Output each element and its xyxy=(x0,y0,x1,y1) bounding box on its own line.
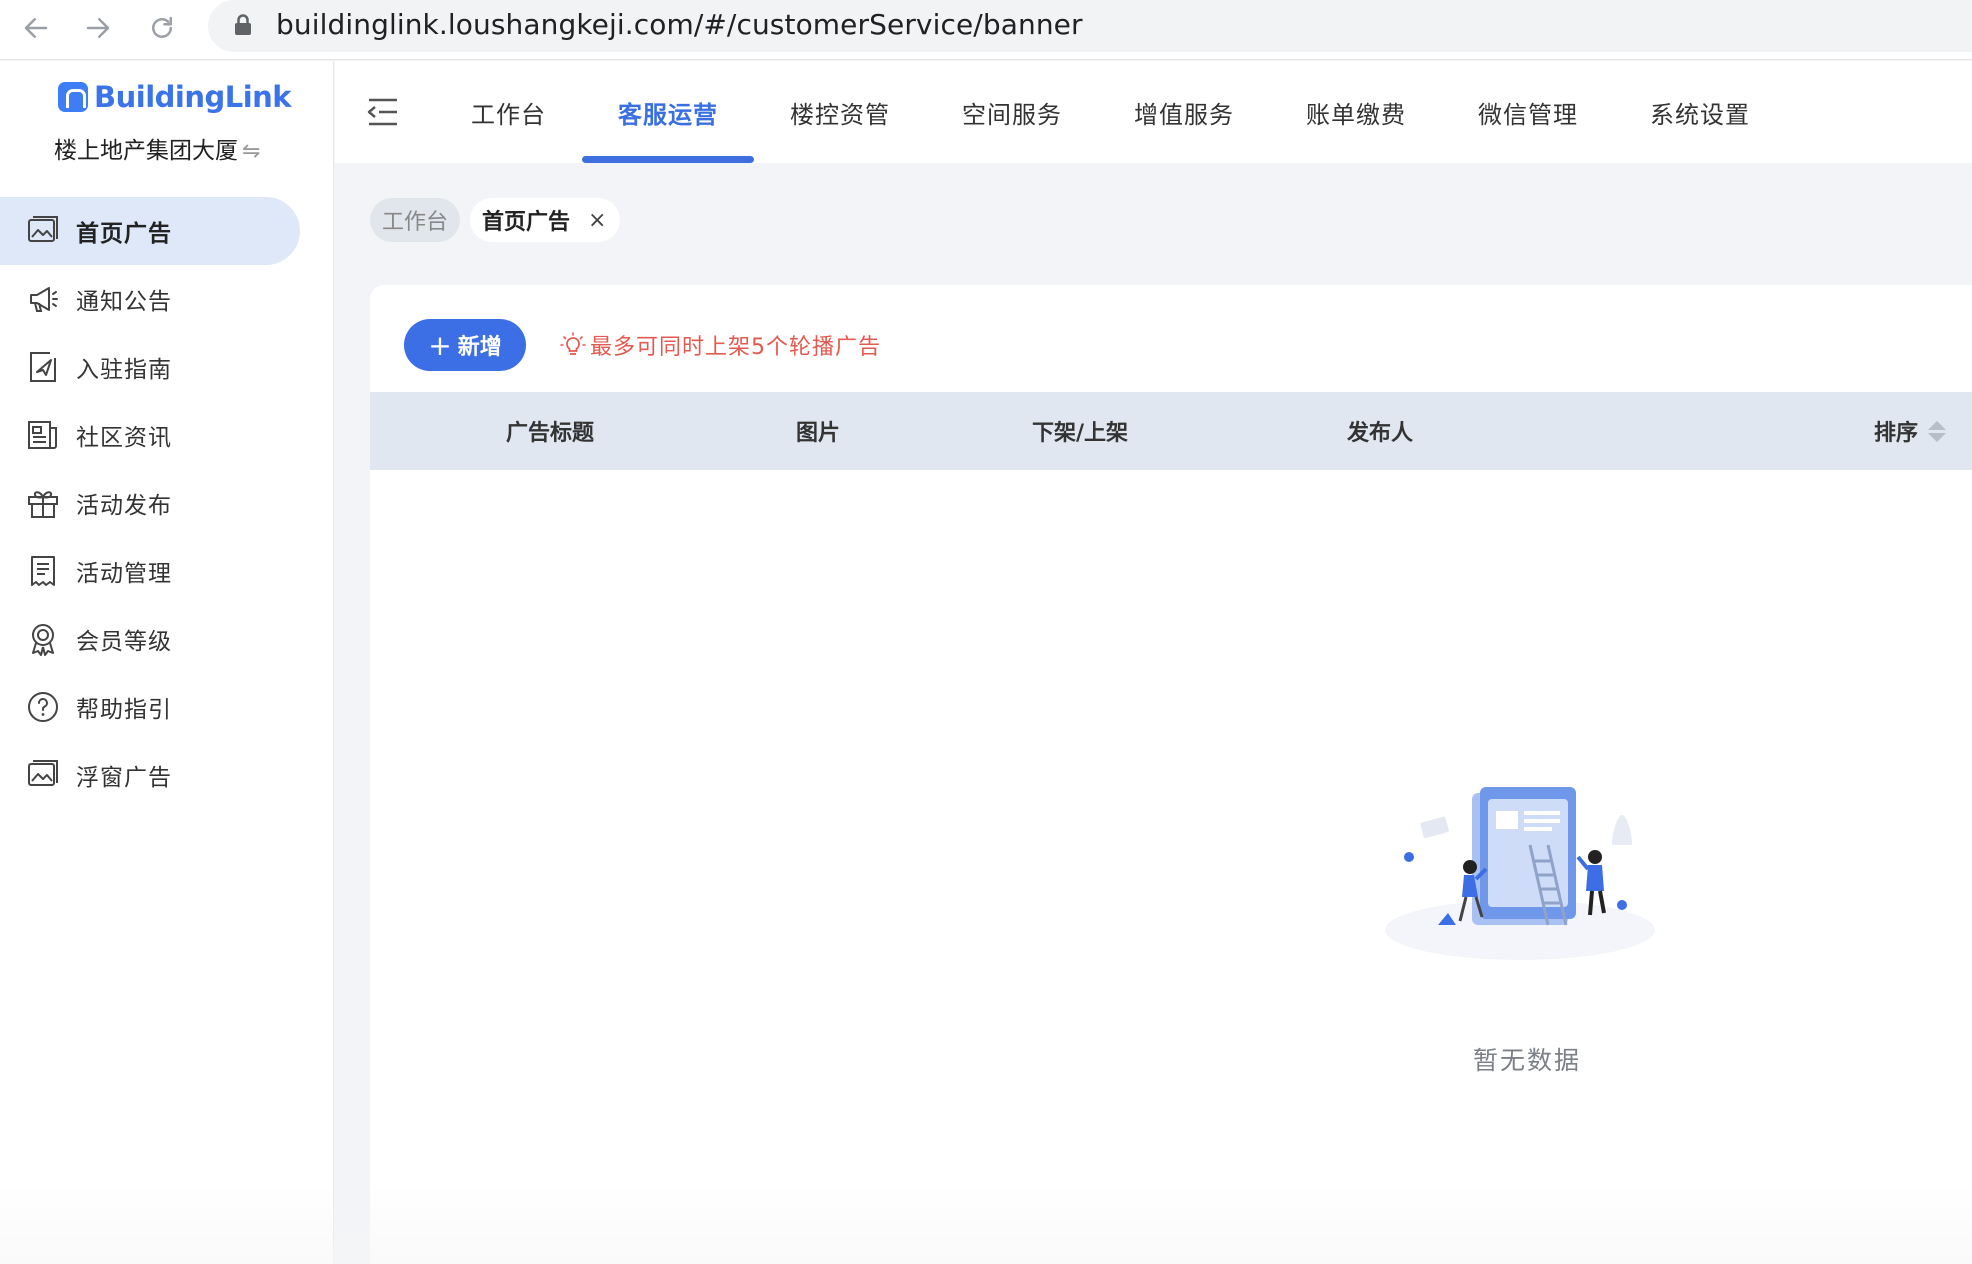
column-header-image: 图片 xyxy=(795,421,840,446)
reload-icon xyxy=(152,16,172,38)
column-header-status: 下架/上架 xyxy=(1031,421,1129,446)
add-button[interactable]: + 新增 xyxy=(404,319,526,371)
gift-icon xyxy=(26,486,60,520)
column-header-sort-label: 排序 xyxy=(1873,421,1918,446)
sidebar-item-label: 入驻指南 xyxy=(76,357,172,383)
column-header-sort[interactable]: 排序 xyxy=(1850,392,1970,470)
sidebar-item-community-news[interactable]: 社区资讯 xyxy=(0,401,300,469)
sidebar-item-label: 帮助指引 xyxy=(76,697,172,723)
newspaper-icon xyxy=(26,418,60,452)
column-header-title: 广告标题 xyxy=(505,421,594,446)
forward-button[interactable] xyxy=(78,8,118,48)
sidebar-item-label: 通知公告 xyxy=(76,289,172,315)
receipt-icon xyxy=(26,554,60,588)
sidebar-item-label: 浮窗广告 xyxy=(76,765,172,791)
tab-building-control[interactable]: 楼控资管 xyxy=(754,61,926,163)
plus-icon: + xyxy=(428,328,452,362)
url-text: buildinglink.loushangkeji.com/#/customer… xyxy=(276,8,1083,41)
brand-logo[interactable]: BuildingLink xyxy=(58,79,292,115)
sidebar-item-label: 会员等级 xyxy=(76,629,172,655)
arrow-right-icon xyxy=(86,18,110,38)
sidebar-item-label: 活动发布 xyxy=(76,493,172,519)
reload-button[interactable] xyxy=(142,8,182,48)
sidebar-item-home-banner[interactable]: 首页广告 xyxy=(0,197,300,265)
lightbulb-icon xyxy=(560,332,586,355)
content-card: + 新增 最多可同时上架5个轮播广告 广告标题 图片 下架/上架 发布人 排序 xyxy=(370,285,1972,1264)
megaphone-icon xyxy=(26,282,60,316)
swap-icon: ⇋ xyxy=(242,139,261,164)
sidebar-item-floating-ad[interactable]: 浮窗广告 xyxy=(0,741,300,809)
building-name: 楼上地产集团大厦 xyxy=(54,138,238,164)
arrow-left-icon xyxy=(24,18,48,38)
tab-workbench[interactable]: 工作台 xyxy=(435,61,582,163)
sidebar: BuildingLink 楼上地产集团大厦 ⇋ 首页广告 通知公告 入驻指南 社… xyxy=(0,61,334,1264)
top-navigation: 工作台 客服运营 楼控资管 空间服务 增值服务 账单缴费 微信管理 系统设置 xyxy=(335,61,1972,163)
sidebar-item-notices[interactable]: 通知公告 xyxy=(0,265,300,333)
limit-tip: 最多可同时上架5个轮播广告 xyxy=(560,329,881,361)
add-button-label: 新增 xyxy=(457,335,502,360)
sidebar-item-label: 首页广告 xyxy=(76,221,172,247)
help-circle-icon xyxy=(26,690,60,724)
building-logo-icon xyxy=(58,82,88,112)
page-tab-home-banner[interactable]: 首页广告 × xyxy=(470,198,621,242)
building-switcher[interactable]: 楼上地产集团大厦 ⇋ xyxy=(54,131,260,165)
address-bar[interactable]: buildinglink.loushangkeji.com/#/customer… xyxy=(208,0,1972,52)
image-gallery-icon xyxy=(26,214,60,248)
empty-state-text: 暂无数据 xyxy=(1473,1046,1582,1075)
sidebar-item-event-publish[interactable]: 活动发布 xyxy=(0,469,300,537)
browser-toolbar: buildinglink.loushangkeji.com/#/customer… xyxy=(0,0,1972,60)
page-tab-label: 首页广告 xyxy=(482,210,571,235)
sort-caret-icon[interactable] xyxy=(1928,420,1946,442)
page-tabs: 工作台 首页广告 × xyxy=(370,198,630,242)
back-button[interactable] xyxy=(16,8,56,48)
sidebar-item-label: 社区资讯 xyxy=(76,425,172,451)
empty-illustration xyxy=(1380,765,1680,969)
image-gallery-icon xyxy=(26,758,60,792)
sidebar-menu: 首页广告 通知公告 入驻指南 社区资讯 活动发布 活动管理 会员等级 帮助指引 … xyxy=(0,197,300,809)
empty-data-illustration-icon xyxy=(1385,787,1655,960)
tab-system-settings[interactable]: 系统设置 xyxy=(1614,61,1786,163)
tab-space-service[interactable]: 空间服务 xyxy=(926,61,1098,163)
sidebar-item-event-manage[interactable]: 活动管理 xyxy=(0,537,300,605)
tab-value-added-service[interactable]: 增值服务 xyxy=(1098,61,1270,163)
medal-icon xyxy=(26,622,60,656)
tab-wechat-manage[interactable]: 微信管理 xyxy=(1442,61,1614,163)
column-header-publisher: 发布人 xyxy=(1346,421,1413,446)
page-tab-workbench[interactable]: 工作台 xyxy=(370,198,461,242)
table-header: 广告标题 图片 下架/上架 发布人 排序 xyxy=(370,392,1972,470)
logo-text: BuildingLink xyxy=(94,80,292,114)
menu-fold-icon xyxy=(367,98,397,126)
tab-billing[interactable]: 账单缴费 xyxy=(1270,61,1442,163)
sidebar-item-member-level[interactable]: 会员等级 xyxy=(0,605,300,673)
sidebar-item-move-in-guide[interactable]: 入驻指南 xyxy=(0,333,300,401)
lock-icon xyxy=(235,14,251,35)
sidebar-item-label: 活动管理 xyxy=(76,561,172,587)
sidebar-item-help[interactable]: 帮助指引 xyxy=(0,673,300,741)
limit-tip-text: 最多可同时上架5个轮播广告 xyxy=(590,335,881,360)
collapse-sidebar-button[interactable] xyxy=(365,97,399,127)
close-icon[interactable]: × xyxy=(588,208,606,233)
tab-customer-service[interactable]: 客服运营 xyxy=(582,61,754,163)
send-document-icon xyxy=(26,350,60,384)
module-tabs: 工作台 客服运营 楼控资管 空间服务 增值服务 账单缴费 微信管理 系统设置 xyxy=(435,61,1786,163)
